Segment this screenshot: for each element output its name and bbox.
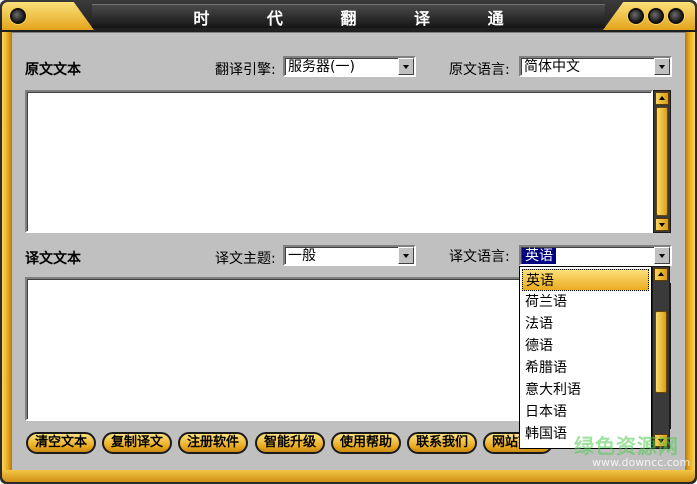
- dropdown-option[interactable]: 法语: [522, 313, 553, 335]
- arrow-down-icon: [658, 439, 664, 443]
- source-language-value: 简体中文: [524, 59, 580, 75]
- scroll-thumb[interactable]: [655, 311, 667, 393]
- source-language-label: 原文语言:: [449, 62, 510, 78]
- help-button[interactable]: 使用帮助: [331, 432, 401, 454]
- window-border-left: [2, 30, 12, 470]
- chevron-down-icon: [403, 254, 409, 258]
- scroll-up-button[interactable]: [655, 92, 669, 105]
- source-text-area[interactable]: [25, 90, 653, 233]
- app-window: 时 代 翻 译 通 原文文本 翻译引擎: 服务器(一) 原文语言: 简体中文 译…: [0, 0, 697, 484]
- target-text-label: 译文文本: [25, 251, 81, 267]
- clear-text-button[interactable]: 清空文本: [26, 432, 96, 454]
- dropdown-option[interactable]: 希腊语: [522, 357, 567, 379]
- scroll-down-button[interactable]: [655, 218, 669, 231]
- topic-label: 译文主题:: [215, 251, 276, 267]
- chevron-down-icon: [403, 65, 409, 69]
- upgrade-button[interactable]: 智能升级: [255, 432, 325, 454]
- scroll-up-button[interactable]: [654, 268, 668, 281]
- target-language-dropdown[interactable]: 英语 荷兰语 法语 德语 希腊语 意大利语 日本语 韩国语: [519, 266, 652, 449]
- topic-select-arrow[interactable]: [398, 247, 414, 264]
- window-border-bottom: [2, 470, 695, 482]
- dropdown-option[interactable]: 日本语: [522, 401, 567, 423]
- engine-select-arrow[interactable]: [398, 58, 414, 75]
- dropdown-option[interactable]: 韩国语: [522, 423, 567, 445]
- target-language-arrow[interactable]: [654, 247, 670, 264]
- window-border-right: [685, 30, 695, 470]
- source-language-arrow[interactable]: [654, 58, 670, 75]
- topic-select[interactable]: 一般: [283, 245, 416, 266]
- target-language-select[interactable]: 英语: [519, 245, 672, 266]
- dropdown-option[interactable]: 荷兰语: [522, 291, 567, 313]
- engine-select[interactable]: 服务器(一): [283, 56, 416, 77]
- copy-translation-button[interactable]: 复制译文: [102, 432, 172, 454]
- target-language-value: 英语: [522, 248, 556, 264]
- engine-label: 翻译引擎:: [215, 62, 276, 78]
- dropdown-option[interactable]: 英语: [522, 269, 649, 291]
- arrow-down-icon: [659, 223, 665, 227]
- contact-button[interactable]: 联系我们: [407, 432, 477, 454]
- source-language-select[interactable]: 简体中文: [519, 56, 672, 77]
- topic-select-value: 一般: [288, 248, 316, 264]
- dropdown-option[interactable]: 德语: [522, 335, 553, 357]
- scroll-thumb[interactable]: [656, 107, 668, 216]
- chevron-down-icon: [659, 65, 665, 69]
- target-language-label: 译文语言:: [449, 249, 510, 265]
- scroll-down-button[interactable]: [654, 434, 668, 447]
- title-bar[interactable]: 时 代 翻 译 通: [0, 0, 697, 32]
- window-title: 时 代 翻 译 通: [193, 9, 530, 28]
- chevron-down-icon: [659, 254, 665, 258]
- arrow-up-icon: [659, 96, 665, 100]
- source-text-label: 原文文本: [25, 62, 81, 78]
- arrow-up-icon: [658, 272, 664, 276]
- engine-select-value: 服务器(一): [288, 59, 355, 75]
- register-button[interactable]: 注册软件: [178, 432, 248, 454]
- source-scrollbar[interactable]: [653, 90, 671, 233]
- dropdown-option[interactable]: 意大利语: [522, 379, 581, 401]
- dropdown-scrollbar[interactable]: [652, 266, 670, 449]
